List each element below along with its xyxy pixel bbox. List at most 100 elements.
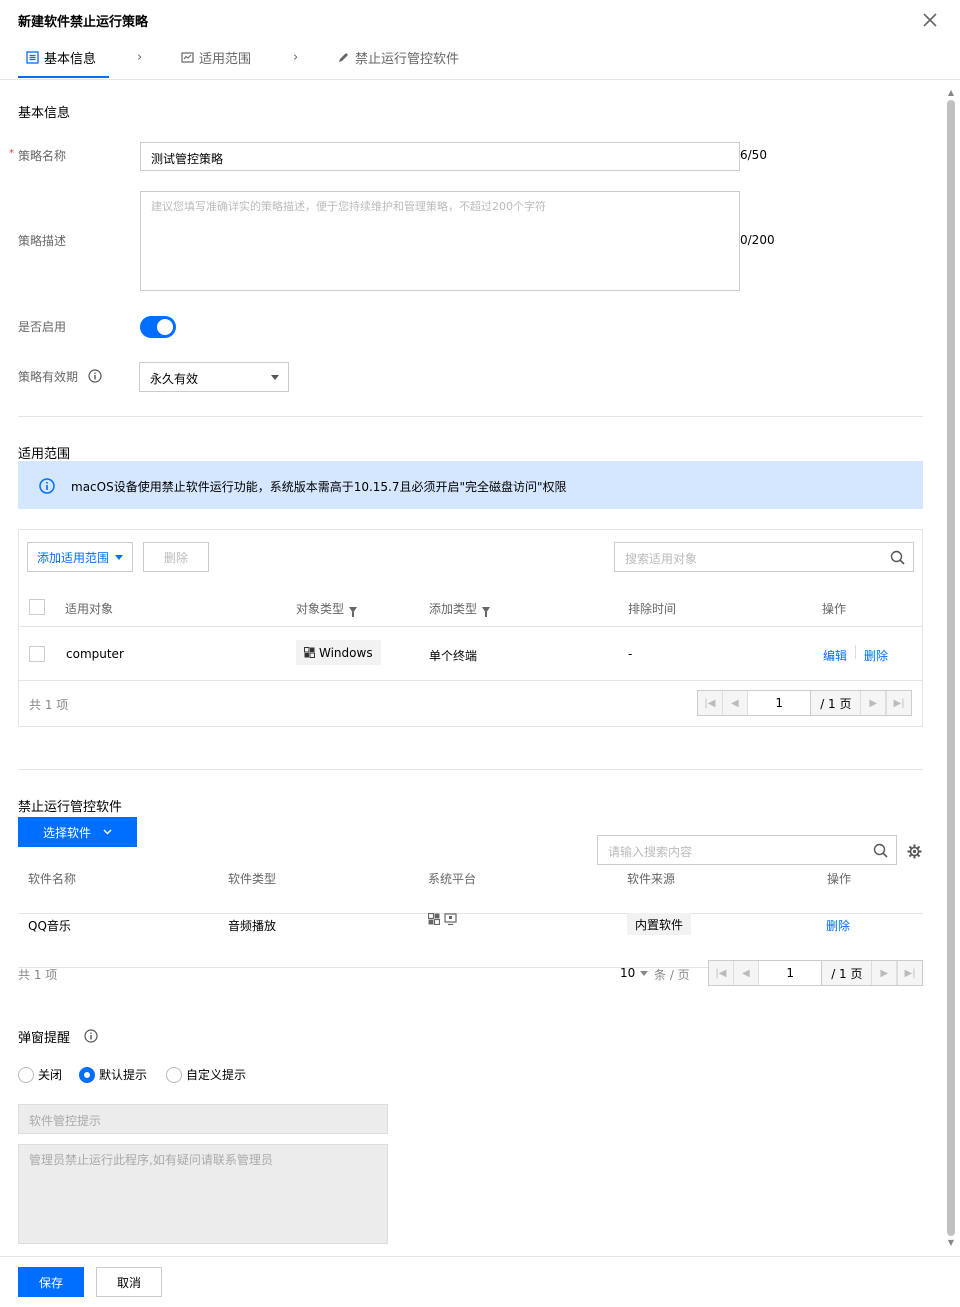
page-size-select[interactable]: 10 xyxy=(620,966,649,980)
radio-custom[interactable]: 自定义提示 xyxy=(166,1066,246,1083)
row-checkbox[interactable] xyxy=(29,646,45,662)
dialog-title: 新建软件禁止运行策略 xyxy=(18,15,149,30)
select-all-checkbox[interactable] xyxy=(29,599,45,615)
radio-off[interactable]: 关闭 xyxy=(18,1066,62,1083)
close-icon[interactable] xyxy=(920,10,940,30)
software-search-input[interactable]: 请输入搜索内容 xyxy=(597,835,897,865)
delete-software-link[interactable]: 删除 xyxy=(826,917,850,934)
software-source-tag: 内置软件 xyxy=(627,913,692,935)
page-input[interactable]: 1 xyxy=(747,691,812,715)
policy-desc-counter: 0/200 xyxy=(740,233,775,247)
last-page-button[interactable]: ▶| xyxy=(886,691,912,715)
validity-select[interactable]: 永久有效 xyxy=(139,362,289,392)
tab-label: 禁止运行管控软件 xyxy=(355,52,460,67)
scope-title: 适用范围 xyxy=(18,447,71,462)
software-search-placeholder: 请输入搜索内容 xyxy=(608,845,693,859)
policy-name-input[interactable]: 测试管控策略 xyxy=(140,142,740,171)
radio-button[interactable] xyxy=(18,1066,34,1083)
windows-icon xyxy=(304,647,315,658)
policy-desc-textarea[interactable]: 建议您填写准确详实的策略描述，便于您持续维护和管理策略，不超过200个字符 xyxy=(140,191,740,291)
policy-name-label: 策略名称 xyxy=(18,149,67,163)
column-header-object-type[interactable]: 对象类型 xyxy=(296,600,358,617)
scope-search-input[interactable]: 搜索适用对象 xyxy=(614,542,914,572)
monitor-icon xyxy=(444,913,457,926)
search-icon[interactable] xyxy=(873,843,888,858)
page-size-value: 10 xyxy=(620,966,636,980)
column-header: 操作 xyxy=(827,872,852,886)
prev-page-button[interactable]: ◀ xyxy=(722,691,748,715)
section-divider xyxy=(18,416,923,417)
basic-info-title: 基本信息 xyxy=(18,106,71,121)
scope-search-placeholder: 搜索适用对象 xyxy=(625,552,698,566)
radio-label: 自定义提示 xyxy=(186,1068,247,1082)
popup-title-input: 软件管控提示 xyxy=(18,1104,388,1134)
info-icon[interactable] xyxy=(84,1029,98,1043)
chevron-down-icon xyxy=(271,375,279,380)
table-row-divider xyxy=(19,680,922,681)
next-page-button[interactable]: ▶ xyxy=(872,961,898,985)
gear-icon[interactable] xyxy=(906,843,923,860)
chevron-right-icon: › xyxy=(137,50,143,65)
policy-name-counter: 6/50 xyxy=(740,148,767,162)
add-scope-label: 添加适用范围 xyxy=(36,550,109,565)
radio-label: 关闭 xyxy=(38,1068,63,1082)
exclude-time: - xyxy=(628,647,633,661)
column-header: 操作 xyxy=(822,602,847,616)
next-page-button[interactable]: ▶ xyxy=(861,691,887,715)
radio-button-selected[interactable] xyxy=(79,1066,95,1083)
list-icon xyxy=(26,51,39,64)
radio-default[interactable]: 默认提示 xyxy=(79,1066,147,1083)
page-input[interactable]: 1 xyxy=(758,961,823,985)
tab-scope[interactable]: 适用范围 xyxy=(181,48,251,67)
tab-blocked-software[interactable]: 禁止运行管控软件 xyxy=(337,48,459,67)
page-size-unit: 条 / 页 xyxy=(654,968,690,982)
software-total: 共 1 项 xyxy=(18,968,58,982)
select-software-button[interactable]: 选择软件 xyxy=(18,817,137,847)
action-separator xyxy=(855,645,856,659)
add-type: 单个终端 xyxy=(429,649,478,663)
last-page-button[interactable]: ▶| xyxy=(897,961,923,985)
alert-text: macOS设备使用禁止软件运行功能，系统版本需高于10.15.7且必须开启"完全… xyxy=(71,480,567,494)
column-header: 软件类型 xyxy=(228,872,277,886)
table-header-divider xyxy=(19,626,922,627)
delete-scope-button[interactable]: 删除 xyxy=(143,542,209,572)
windows-icon xyxy=(428,913,440,925)
prev-page-button[interactable]: ◀ xyxy=(733,961,759,985)
column-header-add-type[interactable]: 添加类型 xyxy=(429,600,491,617)
filter-icon[interactable] xyxy=(482,606,491,617)
radio-button[interactable] xyxy=(166,1066,182,1083)
software-source-text: 内置软件 xyxy=(635,917,684,932)
info-icon xyxy=(39,478,55,494)
enable-label: 是否启用 xyxy=(18,320,67,334)
cancel-button[interactable]: 取消 xyxy=(96,1267,162,1297)
save-button[interactable]: 保存 xyxy=(18,1267,84,1297)
info-icon[interactable] xyxy=(88,369,102,383)
edit-link[interactable]: 编辑 xyxy=(823,647,847,664)
software-type: 音频播放 xyxy=(228,919,277,933)
scroll-down-arrow[interactable]: ▼ xyxy=(946,1239,956,1247)
first-page-button[interactable]: |◀ xyxy=(709,961,734,985)
policy-desc-label: 策略描述 xyxy=(18,234,67,248)
scope-total: 共 1 项 xyxy=(29,698,69,712)
object-type-tag: Windows xyxy=(296,640,381,665)
scope-pagination: |◀ ◀ 1 / 1 页 ▶ ▶| xyxy=(697,690,912,716)
enable-toggle[interactable] xyxy=(140,316,176,338)
macos-alert: macOS设备使用禁止软件运行功能，系统版本需高于10.15.7且必须开启"完全… xyxy=(18,461,923,509)
chevron-down-icon xyxy=(115,554,123,560)
add-scope-button[interactable]: 添加适用范围 xyxy=(27,542,133,572)
scrollbar-thumb[interactable] xyxy=(947,100,955,1236)
platform-icons xyxy=(428,913,457,926)
column-header: 系统平台 xyxy=(428,872,477,886)
delete-link[interactable]: 删除 xyxy=(864,647,888,664)
software-title: 禁止运行管控软件 xyxy=(18,800,123,815)
chevron-right-icon: › xyxy=(293,50,299,65)
software-pagination: |◀ ◀ 1 / 1 页 ▶ ▶| xyxy=(708,960,923,986)
section-divider xyxy=(18,769,923,770)
filter-icon[interactable] xyxy=(349,606,358,617)
pencil-icon xyxy=(339,53,348,62)
validity-value: 永久有效 xyxy=(150,372,199,386)
search-icon[interactable] xyxy=(890,550,905,565)
tab-basic-info[interactable]: 基本信息 xyxy=(26,48,96,67)
first-page-button[interactable]: |◀ xyxy=(698,691,723,715)
scroll-up-arrow[interactable]: ▲ xyxy=(946,89,956,97)
